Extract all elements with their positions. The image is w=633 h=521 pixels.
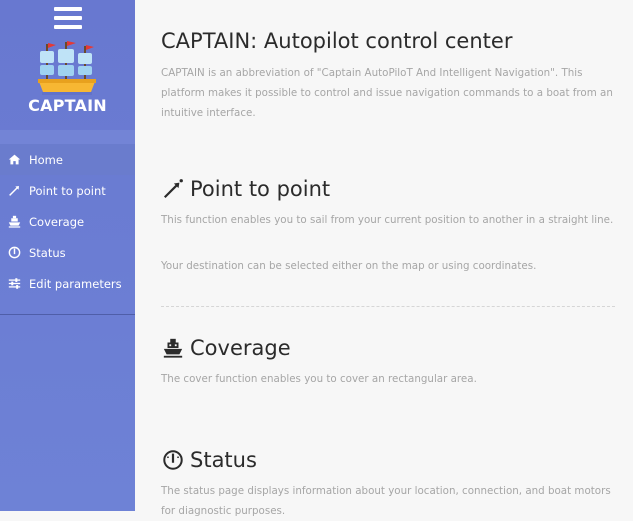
ship-icon — [161, 336, 185, 360]
section-paragraph: The cover function enables you to cover … — [161, 373, 477, 385]
gauge-icon — [7, 246, 21, 260]
sidebar-item-label: Edit parameters — [29, 276, 122, 291]
sidebar-item-edit-parameters[interactable]: Edit parameters — [0, 268, 135, 299]
section-paragraph: This function enables you to sail from y… — [161, 214, 614, 226]
sidebar-item-label: Home — [29, 152, 63, 167]
page-title: CAPTAIN: Autopilot control center — [161, 29, 513, 53]
sidebar-item-label: Point to point — [29, 183, 106, 198]
arrow-icon — [161, 177, 185, 201]
sidebar-divider — [0, 314, 135, 315]
section-paragraph: The status page displays information abo… — [161, 485, 611, 517]
sidebar-band — [0, 130, 135, 144]
brand-name: CAPTAIN — [28, 96, 107, 115]
section-paragraph: Your destination can be selected either … — [161, 260, 537, 272]
section-title-point-to-point: Point to point — [161, 177, 330, 201]
sidebar-menu: Home Point to point Coverage Status Edit… — [0, 144, 135, 299]
sidebar-item-coverage[interactable]: Coverage — [0, 206, 135, 237]
sidebar-item-label: Status — [29, 245, 66, 260]
home-icon — [7, 153, 21, 167]
section-title-label: Coverage — [190, 336, 291, 360]
section-separator — [161, 306, 615, 307]
ship-logo — [38, 41, 96, 95]
section-title-label: Status — [190, 448, 257, 472]
section-title-label: Point to point — [190, 177, 331, 201]
intro-text: CAPTAIN is an abbreviation of "Captain A… — [161, 67, 613, 119]
sidebar-item-home[interactable]: Home — [0, 144, 135, 175]
sliders-icon — [7, 277, 21, 291]
section-title-status: Status — [161, 448, 257, 472]
ship-icon — [7, 215, 21, 229]
section-title-coverage: Coverage — [161, 336, 291, 360]
sidebar: CAPTAIN Home Point to point Coverage Sta… — [0, 0, 135, 511]
sidebar-item-label: Coverage — [29, 214, 85, 229]
sidebar-item-point-to-point[interactable]: Point to point — [0, 175, 135, 206]
hamburger-menu-icon[interactable] — [54, 7, 82, 30]
sidebar-item-status[interactable]: Status — [0, 237, 135, 268]
arrow-icon — [7, 184, 21, 198]
gauge-icon — [161, 448, 185, 472]
